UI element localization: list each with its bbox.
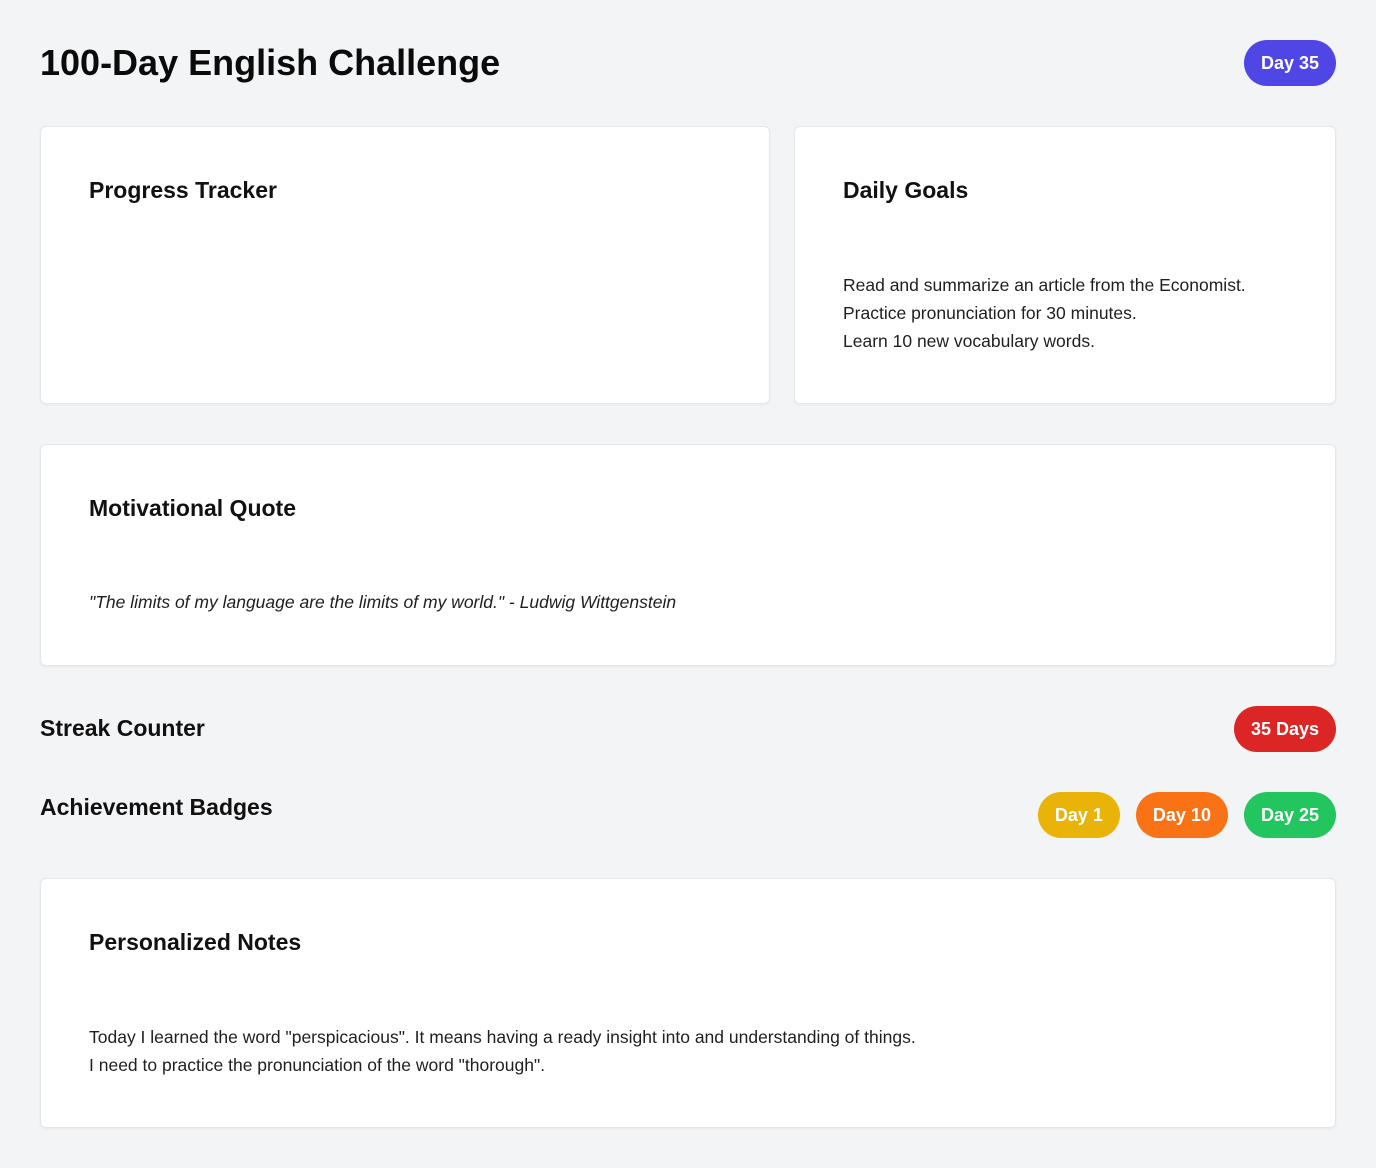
streak-badge: 35 Days	[1233, 706, 1336, 752]
badge-day-1: Day 1	[1037, 792, 1120, 838]
badges-list: Day 1 Day 10 Day 25	[1037, 792, 1336, 838]
motivational-quote-card: Motivational Quote "The limits of my lan…	[40, 444, 1336, 666]
streak-counter-title: Streak Counter	[40, 715, 205, 741]
personalized-notes-card: Personalized Notes Today I learned the w…	[40, 878, 1336, 1128]
note-line: Today I learned the word "perspicacious"…	[89, 1027, 916, 1047]
goal-item: Practice pronunciation for 30 minutes.	[843, 303, 1137, 323]
progress-tracker-title: Progress Tracker	[89, 177, 277, 203]
goal-item: Read and summarize an article from the E…	[843, 275, 1246, 295]
daily-goals-title: Daily Goals	[843, 177, 969, 203]
badge-day-10: Day 10	[1135, 792, 1228, 838]
notes-text: Today I learned the word "perspicacious"…	[89, 1023, 916, 1079]
progress-tracker-card: Progress Tracker	[40, 126, 770, 404]
current-day-badge: Day 35	[1243, 40, 1336, 86]
quote-text: "The limits of my language are the limit…	[89, 592, 677, 612]
badge-day-25: Day 25	[1243, 792, 1336, 838]
goals-list: Read and summarize an article from the E…	[843, 271, 1246, 355]
goal-item: Learn 10 new vocabulary words.	[843, 331, 1095, 351]
notes-title: Personalized Notes	[89, 929, 302, 955]
daily-goals-card: Daily Goals Read and summarize an articl…	[794, 126, 1336, 404]
achievement-badges-title: Achievement Badges	[40, 794, 273, 820]
page-title: 100-Day English Challenge	[40, 42, 501, 83]
quote-title: Motivational Quote	[89, 495, 296, 521]
note-line: I need to practice the pronunciation of …	[89, 1055, 546, 1075]
